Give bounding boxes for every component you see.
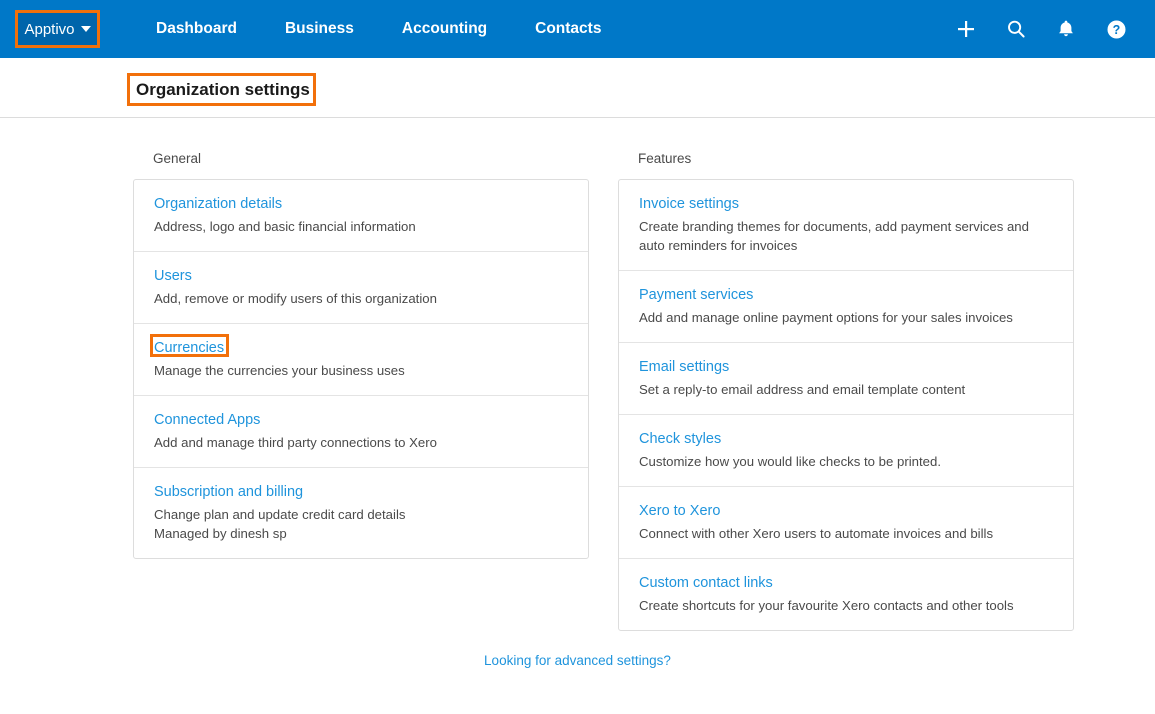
bell-icon xyxy=(1056,19,1076,39)
search-button[interactable] xyxy=(991,0,1041,58)
features-column: Features Invoice settings Create brandin… xyxy=(618,118,1074,631)
setting-connected-apps[interactable]: Connected Apps Add and manage third part… xyxy=(134,395,588,467)
currencies-description: Manage the currencies your business uses xyxy=(154,361,568,380)
users-link[interactable]: Users xyxy=(154,266,192,286)
setting-organization-details[interactable]: Organization details Address, logo and b… xyxy=(134,180,588,251)
xero-to-xero-link[interactable]: Xero to Xero xyxy=(639,501,720,521)
connected-apps-description: Add and manage third party connections t… xyxy=(154,433,568,452)
connected-apps-link[interactable]: Connected Apps xyxy=(154,410,260,430)
payment-services-description: Add and manage online payment options fo… xyxy=(639,308,1053,327)
custom-contact-links-description: Create shortcuts for your favourite Xero… xyxy=(639,596,1053,615)
nav-link-accounting[interactable]: Accounting xyxy=(378,0,511,58)
features-column-heading: Features xyxy=(638,118,1074,167)
organization-details-description: Address, logo and basic financial inform… xyxy=(154,217,568,236)
setting-xero-to-xero[interactable]: Xero to Xero Connect with other Xero use… xyxy=(619,486,1073,558)
svg-text:?: ? xyxy=(1112,23,1120,37)
org-switcher-label: Apptivo xyxy=(24,21,74,38)
email-settings-link[interactable]: Email settings xyxy=(639,357,729,377)
add-button[interactable] xyxy=(941,0,991,58)
top-navigation-bar: Apptivo Dashboard Business Accounting Co… xyxy=(0,0,1155,58)
setting-custom-contact-links[interactable]: Custom contact links Create shortcuts fo… xyxy=(619,558,1073,630)
general-column: General Organization details Address, lo… xyxy=(133,118,589,559)
setting-payment-services[interactable]: Payment services Add and manage online p… xyxy=(619,270,1073,342)
setting-users[interactable]: Users Add, remove or modify users of thi… xyxy=(134,251,588,323)
invoice-settings-description: Create branding themes for documents, ad… xyxy=(639,217,1053,255)
subscription-and-billing-description: Change plan and update credit card detai… xyxy=(154,505,568,524)
advanced-settings-link[interactable]: Looking for advanced settings? xyxy=(484,653,671,668)
features-panel: Invoice settings Create branding themes … xyxy=(618,179,1074,631)
setting-subscription-and-billing[interactable]: Subscription and billing Change plan and… xyxy=(134,467,588,558)
general-panel: Organization details Address, logo and b… xyxy=(133,179,589,559)
payment-services-link[interactable]: Payment services xyxy=(639,285,753,305)
setting-email-settings[interactable]: Email settings Set a reply-to email addr… xyxy=(619,342,1073,414)
nav-link-dashboard[interactable]: Dashboard xyxy=(132,0,261,58)
subscription-managed-by: Managed by dinesh sp xyxy=(154,524,568,543)
xero-to-xero-description: Connect with other Xero users to automat… xyxy=(639,524,1053,543)
nav-link-business[interactable]: Business xyxy=(261,0,378,58)
setting-invoice-settings[interactable]: Invoice settings Create branding themes … xyxy=(619,180,1073,270)
page-title: Organization settings xyxy=(136,79,310,100)
help-button[interactable]: ? xyxy=(1091,0,1141,58)
subscription-and-billing-link[interactable]: Subscription and billing xyxy=(154,482,303,502)
page-footer: Looking for advanced settings? xyxy=(0,638,1155,670)
question-circle-icon: ? xyxy=(1106,19,1127,40)
org-switcher-wrapper: Apptivo xyxy=(16,11,99,48)
search-icon xyxy=(1006,19,1026,39)
settings-content: General Organization details Address, lo… xyxy=(0,118,1155,670)
setting-check-styles[interactable]: Check styles Customize how you would lik… xyxy=(619,414,1073,486)
org-switcher-button[interactable]: Apptivo xyxy=(16,11,99,48)
settings-columns: General Organization details Address, lo… xyxy=(0,118,1155,638)
nav-actions: ? xyxy=(941,0,1155,58)
currencies-link[interactable]: Currencies xyxy=(154,338,224,358)
notifications-button[interactable] xyxy=(1041,0,1091,58)
main-nav: Dashboard Business Accounting Contacts xyxy=(132,0,625,58)
users-description: Add, remove or modify users of this orga… xyxy=(154,289,568,308)
general-column-heading: General xyxy=(153,118,589,167)
custom-contact-links-link[interactable]: Custom contact links xyxy=(639,573,773,593)
setting-currencies[interactable]: Currencies Manage the currencies your bu… xyxy=(134,323,588,395)
plus-icon xyxy=(956,19,976,39)
invoice-settings-link[interactable]: Invoice settings xyxy=(639,194,739,214)
email-settings-description: Set a reply-to email address and email t… xyxy=(639,380,1053,399)
check-styles-description: Customize how you would like checks to b… xyxy=(639,452,1053,471)
check-styles-link[interactable]: Check styles xyxy=(639,429,721,449)
organization-details-link[interactable]: Organization details xyxy=(154,194,282,214)
chevron-down-icon xyxy=(81,26,91,32)
nav-link-contacts[interactable]: Contacts xyxy=(511,0,625,58)
